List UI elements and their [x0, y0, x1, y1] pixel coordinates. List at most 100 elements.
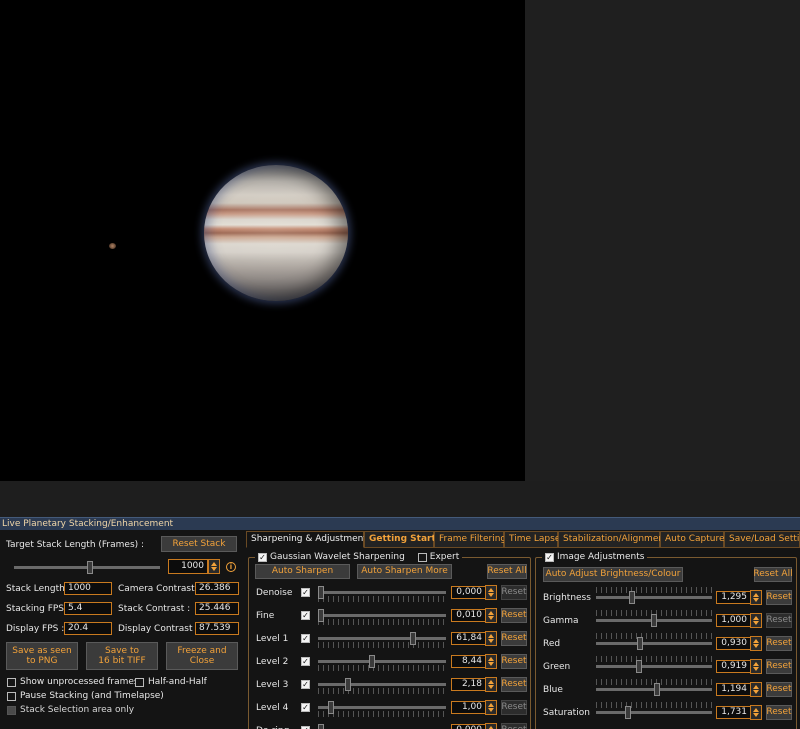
target-stack-input[interactable]: 1000: [168, 559, 208, 574]
gamma-slider[interactable]: [596, 614, 712, 627]
green-slider-thumb[interactable]: [636, 660, 642, 673]
adjust-enable-checkbox[interactable]: ✓: [545, 552, 554, 562]
level-3-reset-button[interactable]: Reset: [501, 677, 527, 692]
auto-adjust-button[interactable]: Auto Adjust Brightness/Colour: [543, 567, 683, 582]
tab-frame-filtering[interactable]: Frame Filtering: [434, 531, 506, 548]
level-2-spinner[interactable]: [485, 654, 497, 669]
saturation-slider-thumb[interactable]: [625, 706, 631, 719]
blue-value[interactable]: 1,194: [716, 683, 751, 696]
red-slider[interactable]: [596, 637, 712, 650]
level-4-reset-button[interactable]: Reset: [501, 700, 527, 715]
target-stack-slider-thumb[interactable]: [87, 561, 93, 574]
level-2-reset-button[interactable]: Reset: [501, 654, 527, 669]
saturation-spinner[interactable]: [750, 705, 762, 720]
level-4-checkbox[interactable]: ✓: [301, 703, 310, 712]
denoise-reset-button[interactable]: Reset: [501, 585, 527, 600]
tab-sharpening[interactable]: Sharpening & Adjustments: [246, 531, 372, 548]
panel-title-bar[interactable]: Live Planetary Stacking/Enhancement: [0, 517, 800, 530]
level-1-value[interactable]: 61,84: [451, 632, 486, 645]
wavelet-enable-checkbox[interactable]: ✓: [258, 552, 267, 562]
denoise-spinner[interactable]: [485, 585, 497, 600]
gamma-value[interactable]: 1,000: [716, 614, 751, 627]
fine-value[interactable]: 0,010: [451, 609, 486, 622]
save-tiff-button[interactable]: Save to 16 bit TIFF: [86, 642, 158, 670]
level-3-slider[interactable]: [318, 678, 446, 691]
level-1-slider[interactable]: [318, 632, 446, 645]
level-3-checkbox[interactable]: ✓: [301, 680, 310, 689]
live-preview-viewport[interactable]: [0, 0, 525, 481]
tab-stabilization[interactable]: Stabilization/Alignment: [558, 531, 668, 548]
auto-sharpen-more-button[interactable]: Auto Sharpen More: [357, 564, 452, 579]
info-icon[interactable]: i: [226, 562, 236, 572]
red-reset-button[interactable]: Reset: [766, 636, 792, 651]
fine-spinner[interactable]: [485, 608, 497, 623]
level-1-spinner[interactable]: [485, 631, 497, 646]
green-spinner[interactable]: [750, 659, 762, 674]
red-slider-thumb[interactable]: [637, 637, 643, 650]
level-4-slider-thumb[interactable]: [328, 701, 334, 714]
level-2-slider[interactable]: [318, 655, 446, 668]
stack-selection-checkbox[interactable]: [7, 706, 16, 715]
denoise-checkbox[interactable]: ✓: [301, 588, 310, 597]
level-4-slider[interactable]: [318, 701, 446, 714]
expert-checkbox[interactable]: [417, 552, 427, 562]
blue-spinner[interactable]: [750, 682, 762, 697]
target-stack-slider[interactable]: [14, 561, 160, 574]
tab-time-lapse[interactable]: Time Lapse: [504, 531, 560, 548]
auto-sharpen-button[interactable]: Auto Sharpen: [255, 564, 350, 579]
brightness-reset-button[interactable]: Reset: [766, 590, 792, 605]
level-3-slider-thumb[interactable]: [345, 678, 351, 691]
save-png-button[interactable]: Save as seen to PNG: [6, 642, 78, 670]
brightness-slider[interactable]: [596, 591, 712, 604]
gamma-reset-button[interactable]: Reset: [766, 613, 792, 628]
green-reset-button[interactable]: Reset: [766, 659, 792, 674]
tab-auto-capture[interactable]: Auto Capture: [660, 531, 725, 548]
brightness-value[interactable]: 1,295: [716, 591, 751, 604]
show-unprocessed-checkbox[interactable]: [7, 678, 16, 687]
adjust-reset-all-button[interactable]: Reset All: [753, 567, 793, 582]
saturation-reset-button[interactable]: Reset: [766, 705, 792, 720]
blue-slider[interactable]: [596, 683, 712, 696]
green-value[interactable]: 0,919: [716, 660, 751, 673]
reset-stack-button[interactable]: Reset Stack: [161, 536, 237, 552]
green-slider[interactable]: [596, 660, 712, 673]
level-2-checkbox[interactable]: ✓: [301, 657, 310, 666]
level-1-checkbox[interactable]: ✓: [301, 634, 310, 643]
tab-save-load-settings[interactable]: Save/Load Settings: [724, 531, 800, 548]
wavelet-reset-all-button[interactable]: Reset All: [487, 564, 527, 579]
saturation-slider[interactable]: [596, 706, 712, 719]
level-3-spinner[interactable]: [485, 677, 497, 692]
red-value[interactable]: 0,930: [716, 637, 751, 650]
de-ring-value[interactable]: 0,000: [451, 724, 486, 729]
half-and-half-checkbox[interactable]: [135, 678, 144, 687]
level-1-slider-thumb[interactable]: [410, 632, 416, 645]
fine-slider-thumb[interactable]: [318, 609, 324, 622]
level-3-value[interactable]: 2,18: [451, 678, 486, 691]
tab-getting-started[interactable]: Getting Started: [364, 531, 448, 548]
saturation-value[interactable]: 1,731: [716, 706, 751, 719]
de-ring-slider-thumb[interactable]: [318, 724, 324, 729]
brightness-spinner[interactable]: [750, 590, 762, 605]
brightness-slider-thumb[interactable]: [629, 591, 635, 604]
fine-slider[interactable]: [318, 609, 446, 622]
level-2-value[interactable]: 8,44: [451, 655, 486, 668]
fine-reset-button[interactable]: Reset: [501, 608, 527, 623]
fine-checkbox[interactable]: ✓: [301, 611, 310, 620]
level-4-value[interactable]: 1,00: [451, 701, 486, 714]
target-stack-spinner[interactable]: [208, 559, 220, 574]
denoise-value[interactable]: 0,000: [451, 586, 486, 599]
level-1-reset-button[interactable]: Reset: [501, 631, 527, 646]
gamma-spinner[interactable]: [750, 613, 762, 628]
de-ring-reset-button[interactable]: Reset: [501, 723, 527, 729]
blue-slider-thumb[interactable]: [654, 683, 660, 696]
level-4-spinner[interactable]: [485, 700, 497, 715]
gamma-slider-thumb[interactable]: [651, 614, 657, 627]
red-spinner[interactable]: [750, 636, 762, 651]
de-ring-spinner[interactable]: [485, 723, 497, 729]
denoise-slider-thumb[interactable]: [318, 586, 324, 599]
level-2-slider-thumb[interactable]: [369, 655, 375, 668]
denoise-slider[interactable]: [318, 586, 446, 599]
blue-reset-button[interactable]: Reset: [766, 682, 792, 697]
pause-stacking-checkbox[interactable]: [7, 692, 16, 701]
freeze-close-button[interactable]: Freeze and Close: [166, 642, 238, 670]
